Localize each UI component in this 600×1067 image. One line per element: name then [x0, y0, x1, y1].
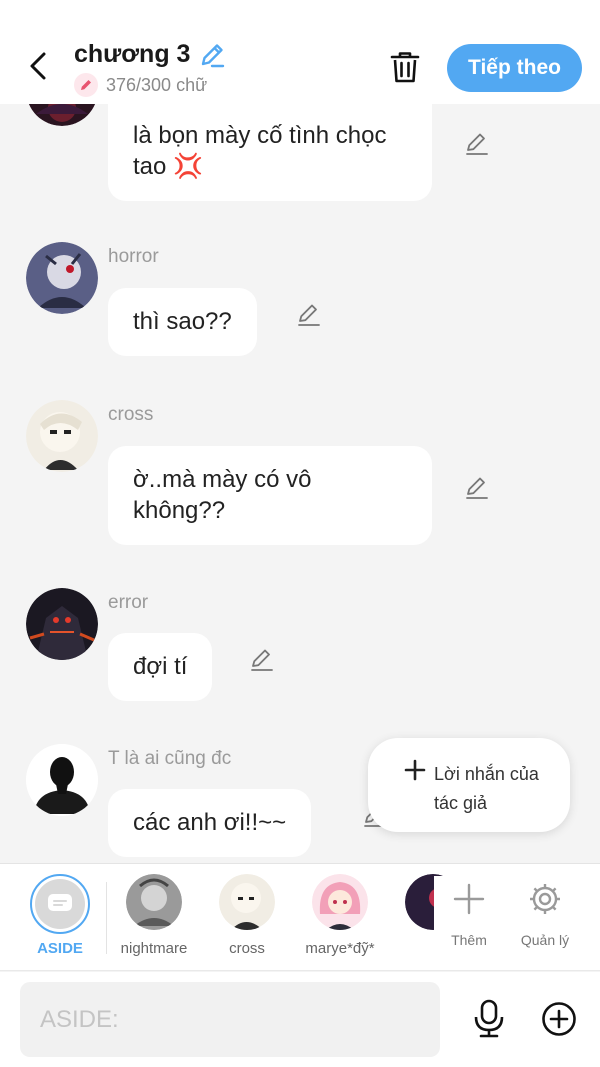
avatar	[126, 874, 182, 930]
next-button[interactable]: Tiếp theo	[447, 44, 582, 92]
chevron-left-icon	[30, 52, 46, 80]
sender-name: T là ai cũng đc	[108, 748, 232, 769]
edit-message-pencil-icon[interactable]	[247, 644, 277, 674]
add-character-button[interactable]: Thêm	[434, 876, 504, 948]
speech-bubble-icon	[48, 894, 72, 911]
character-label: ASIDE	[37, 940, 83, 957]
header: chương 3 376/300 chữ Tiếp theo	[0, 0, 600, 104]
avatar	[312, 874, 368, 930]
message-bubble[interactable]: là bọn mày cố tình chọc tao 💢	[108, 104, 432, 201]
avatar	[26, 242, 98, 314]
avatar	[219, 874, 275, 930]
microphone-icon	[474, 999, 504, 1038]
manage-label: Quản lý	[520, 932, 570, 948]
sender-name: horror	[108, 246, 159, 267]
message-input[interactable]	[20, 982, 440, 1057]
message-bubble[interactable]: các anh ơi!!~~	[108, 789, 312, 857]
edit-title-pencil-icon[interactable]	[198, 41, 226, 69]
character-nightmare[interactable]: nightmare	[109, 874, 199, 957]
sender-name: cross	[108, 404, 154, 425]
message-bubble[interactable]: ờ..mà mày có vô không??	[108, 446, 432, 545]
chapter-title: chương 3	[74, 40, 191, 68]
edit-message-pencil-icon[interactable]	[462, 472, 492, 502]
character-label: nightmare	[120, 940, 188, 957]
delete-button[interactable]	[386, 48, 424, 86]
character-cross[interactable]: cross	[202, 874, 292, 957]
avatar	[26, 104, 98, 126]
sender-name: error	[108, 592, 149, 613]
author-note-button[interactable]: Lời nhắn của tác giả	[368, 738, 570, 832]
back-button[interactable]	[18, 44, 58, 88]
character-label: marye*đỹ*	[305, 940, 375, 957]
voice-button[interactable]	[468, 996, 510, 1042]
character-aside[interactable]: ASIDE	[15, 874, 105, 957]
word-count: 376/300 chữ	[106, 74, 208, 95]
message-bubble[interactable]: đợi tí	[108, 633, 213, 701]
trash-icon	[390, 52, 420, 83]
character-label: cross	[229, 940, 265, 957]
character-marye[interactable]: marye*đỹ*	[295, 874, 385, 957]
avatar	[26, 400, 98, 472]
edit-message-pencil-icon[interactable]	[462, 128, 492, 158]
avatar	[26, 744, 98, 816]
aside-avatar	[30, 874, 90, 934]
word-count-row: 376/300 chữ	[74, 73, 207, 97]
character-bar: ASIDE nightmare cross marye*đỹ* Thêm Quả…	[0, 863, 600, 971]
plus-icon	[453, 883, 485, 915]
edit-message-pencil-icon[interactable]	[294, 299, 324, 329]
add-circle-icon	[542, 1002, 576, 1036]
input-bar	[0, 972, 600, 1067]
plus-icon	[404, 758, 426, 786]
gear-icon	[530, 884, 560, 914]
add-attachment-button[interactable]	[538, 998, 580, 1040]
divider	[106, 882, 107, 954]
manage-button[interactable]: Quản lý	[510, 876, 580, 948]
author-note-label: Lời nhắn của tác giả	[434, 764, 539, 813]
title-row: chương 3	[74, 40, 226, 69]
message-bubble[interactable]: thì sao??	[108, 288, 257, 356]
avatar	[26, 588, 98, 660]
add-label: Thêm	[451, 932, 487, 948]
pencil-badge-icon	[74, 73, 98, 97]
